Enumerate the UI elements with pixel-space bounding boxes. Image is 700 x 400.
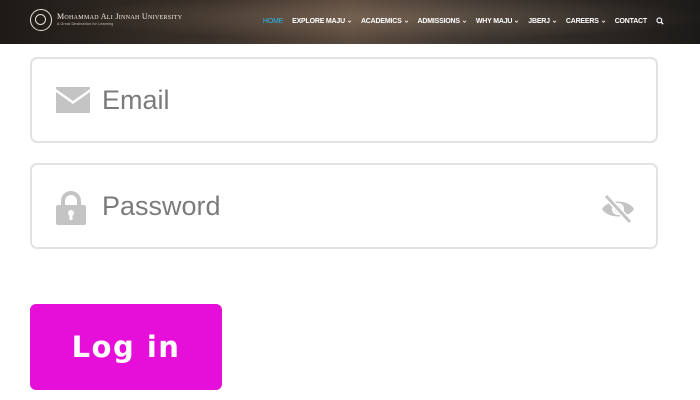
chevron-down-icon [462,19,467,23]
login-button[interactable]: Log in [30,304,222,390]
password-input[interactable] [102,165,582,247]
nav-item-label: CAREERS [565,17,599,25]
nav-item-jberj[interactable]: JBERJ [528,18,557,25]
chevron-down-icon [552,19,557,23]
chevron-down-icon [404,19,408,23]
main-nav: HOME EXPLORE MAJU ACADEMICS ADMISSIONS W… [263,17,664,25]
top-navigation-bar: Mohammad Ali Jinnah University A Great D… [0,0,700,44]
nav-item-why-maju[interactable]: WHY MAJU [476,18,519,25]
nav-item-label: JBERJ [528,17,550,25]
chevron-down-icon [347,19,352,23]
university-seal-icon [30,9,52,31]
nav-item-label: WHY MAJU [475,17,513,25]
nav-item-contact[interactable]: CONTACT [614,17,648,25]
password-field[interactable] [30,163,658,249]
nav-item-label: ACADEMICS [360,17,402,25]
lock-icon [56,191,86,225]
envelope-icon [56,87,90,113]
nav-item-admissions[interactable]: ADMISSIONS [418,18,467,25]
email-field[interactable] [30,57,658,143]
nav-item-label: ADMISSIONS [417,17,461,25]
chevron-down-icon [601,19,605,23]
eye-slash-icon[interactable] [600,192,636,226]
nav-item-label: CONTACT [614,17,648,25]
chevron-down-icon [514,19,519,23]
nav-item-explore-maju[interactable]: EXPLORE MAJU [292,18,352,25]
nav-item-label: EXPLORE MAJU [292,17,345,25]
nav-item-label: HOME [262,17,284,25]
nav-item-home[interactable]: HOME [263,18,283,25]
search-icon[interactable] [656,17,664,25]
nav-item-careers[interactable]: CAREERS [566,18,606,25]
logo-tagline: A Great Destination for Learning [57,22,114,27]
logo-text: Mohammad Ali Jinnah University A Great D… [57,13,182,27]
logo-name: Mohammad Ali Jinnah University [57,12,183,22]
nav-item-academics[interactable]: ACADEMICS [361,18,409,25]
email-input[interactable] [102,59,582,141]
university-logo[interactable]: Mohammad Ali Jinnah University A Great D… [30,9,182,31]
